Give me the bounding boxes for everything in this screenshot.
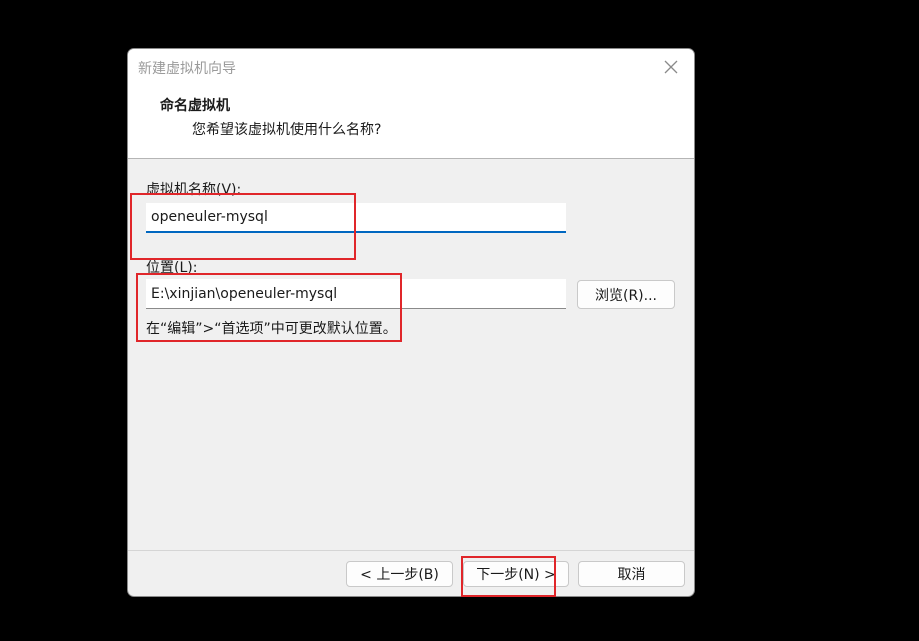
- location-label: 位置(L):: [146, 260, 198, 276]
- back-button[interactable]: < 上一步(B): [346, 561, 453, 587]
- browse-button[interactable]: 浏览(R)...: [577, 280, 675, 309]
- step-subtitle: 您希望该虚拟机使用什么名称?: [192, 122, 382, 138]
- location-input[interactable]: [146, 279, 566, 309]
- titlebar: 新建虚拟机向导: [128, 49, 694, 85]
- vm-name-label: 虚拟机名称(V):: [146, 182, 242, 198]
- footer-separator: [128, 550, 694, 551]
- window-title: 新建虚拟机向导: [138, 61, 236, 77]
- next-button[interactable]: 下一步(N) >: [463, 561, 569, 587]
- wizard-header: 命名虚拟机 您希望该虚拟机使用什么名称?: [128, 85, 694, 159]
- default-location-hint: 在“编辑”>“首选项”中可更改默认位置。: [146, 321, 397, 337]
- vm-name-input[interactable]: [146, 203, 566, 233]
- cancel-button[interactable]: 取消: [578, 561, 685, 587]
- step-title: 命名虚拟机: [160, 98, 230, 114]
- new-vm-wizard-dialog: 新建虚拟机向导 命名虚拟机 您希望该虚拟机使用什么名称? 虚拟机名称(V): 位…: [127, 48, 695, 597]
- close-button[interactable]: [656, 53, 686, 81]
- close-icon: [664, 60, 678, 74]
